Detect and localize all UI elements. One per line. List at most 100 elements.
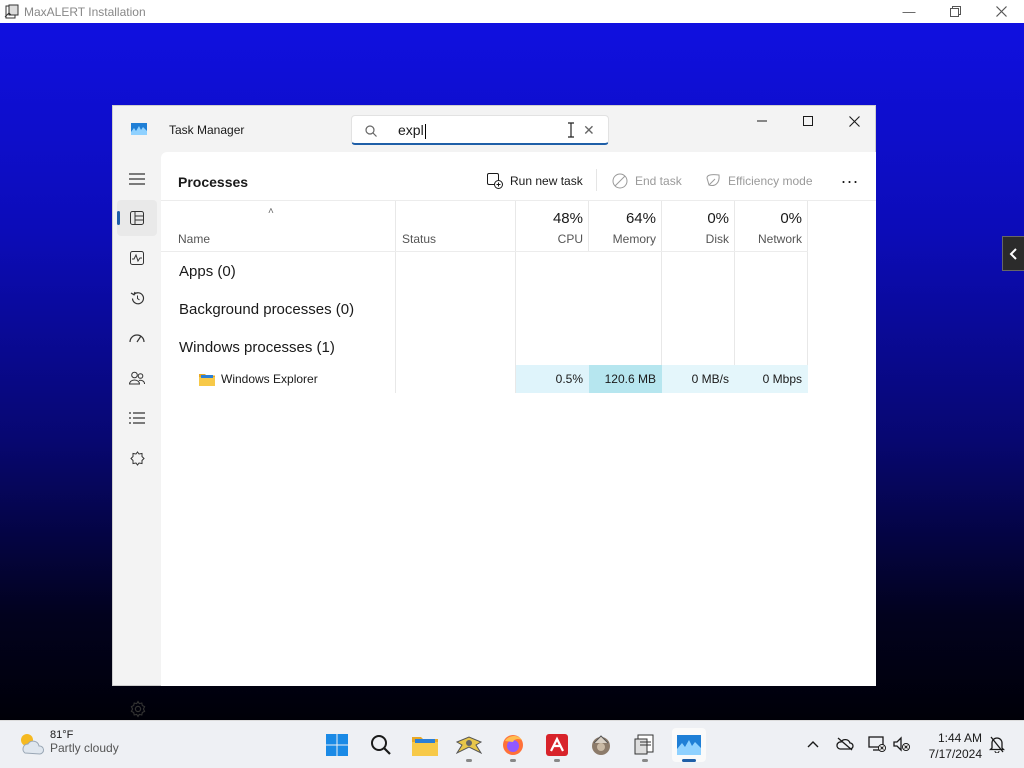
taskbar-installer[interactable] <box>628 728 662 762</box>
header-bottom-line <box>161 251 808 252</box>
group-windows-processes[interactable]: Windows processes (1) <box>179 339 335 356</box>
taskbar-file-explorer[interactable] <box>408 728 442 762</box>
running-indicator <box>510 759 516 762</box>
avira-icon <box>546 734 568 756</box>
search-icon <box>365 125 377 137</box>
side-panel-toggle[interactable] <box>1002 236 1024 271</box>
column-divider <box>588 201 589 251</box>
cpu-total-percent: 48% <box>552 210 583 227</box>
details-icon <box>129 412 145 424</box>
sort-ascending-icon[interactable]: ˄ <box>268 206 274 217</box>
task-manager-icon <box>677 735 701 755</box>
column-header-cpu[interactable]: 48% CPU <box>516 201 589 251</box>
onedrive-tray-icon[interactable] <box>835 734 855 754</box>
notifications-button[interactable] <box>987 734 1007 754</box>
taskbar-search-button[interactable] <box>364 728 398 762</box>
taskbar-maxalert[interactable] <box>452 728 486 762</box>
search-input-value: expl <box>398 122 424 138</box>
app-history-icon <box>130 291 144 304</box>
file-explorer-icon <box>412 737 438 756</box>
windows-logo-icon <box>326 734 348 756</box>
running-indicator <box>682 759 696 762</box>
system-clock[interactable]: 1:44 AM 7/17/2024 <box>920 730 982 762</box>
efficiency-mode-button[interactable]: Efficiency mode <box>704 166 813 196</box>
column-header-status[interactable]: Status <box>402 232 436 246</box>
nav-item-processes[interactable] <box>117 200 157 236</box>
group-apps[interactable]: Apps (0) <box>179 263 236 280</box>
network-total-percent: 0% <box>780 210 802 227</box>
task-manager-logo-icon <box>131 123 147 135</box>
volume-tray-icon[interactable] <box>892 734 912 754</box>
services-icon <box>129 450 145 466</box>
end-task-button[interactable]: End task <box>611 166 682 196</box>
cpu-column-label: CPU <box>557 232 583 246</box>
run-new-task-button[interactable]: Run new task <box>486 166 583 196</box>
nav-menu-button[interactable] <box>117 161 157 197</box>
search-box[interactable]: expl ✕ <box>351 115 609 145</box>
installer-icon <box>634 734 654 755</box>
maxalert-app-icon <box>4 4 20 20</box>
nav-item-app-history[interactable] <box>117 280 157 316</box>
chevron-left-icon <box>1009 247 1017 260</box>
taskbar-firefox[interactable] <box>496 728 530 762</box>
processes-panel: Processes Run new task End task Efficien… <box>161 152 876 686</box>
outer-minimize-button[interactable]: — <box>886 0 932 23</box>
process-disk: 0 MB/s <box>662 365 735 393</box>
outer-restore-button[interactable] <box>932 0 978 23</box>
minimize-button[interactable] <box>739 106 785 136</box>
outer-titlebar: MaxALERT Installation — <box>0 0 1024 23</box>
column-header-memory[interactable]: 64% Memory <box>589 201 662 251</box>
efficiency-mode-label: Efficiency mode <box>728 174 813 188</box>
weather-widget[interactable]: 81°F Partly cloudy <box>16 729 119 759</box>
column-header-network[interactable]: 0% Network <box>735 201 808 251</box>
memory-total-percent: 64% <box>625 210 656 227</box>
disk-total-percent: 0% <box>707 210 729 227</box>
table-row[interactable]: Windows Explorer 0.5% 120.6 MB 0 MB/s 0 … <box>161 365 808 393</box>
close-button[interactable] <box>831 106 877 136</box>
weather-description: Partly cloudy <box>50 741 119 755</box>
network-tray-icon[interactable] <box>867 734 887 754</box>
show-hidden-icons-button[interactable] <box>803 734 823 754</box>
task-manager-titlebar: Task Manager expl ✕ <box>113 106 877 152</box>
processes-icon <box>130 211 144 225</box>
column-header-disk[interactable]: 0% Disk <box>662 201 735 251</box>
process-cpu: 0.5% <box>516 365 589 393</box>
startup-apps-icon <box>129 334 145 343</box>
process-memory: 120.6 MB <box>589 365 662 393</box>
taskbar-avira[interactable] <box>540 728 574 762</box>
users-icon <box>129 371 145 385</box>
outer-close-button[interactable] <box>978 0 1024 23</box>
group-background-processes[interactable]: Background processes (0) <box>179 301 354 318</box>
running-indicator <box>554 759 560 762</box>
memory-column-label: Memory <box>612 232 656 246</box>
nav-item-performance[interactable] <box>117 240 157 276</box>
page-title: Processes <box>178 174 249 190</box>
task-manager-title: Task Manager <box>169 123 245 137</box>
nav-item-details[interactable] <box>117 400 157 436</box>
settings-gear-icon[interactable] <box>129 700 147 718</box>
firefox-icon <box>503 735 523 755</box>
end-task-icon <box>611 172 629 190</box>
taskbar-app-unknown[interactable] <box>584 728 618 762</box>
performance-icon <box>130 251 144 265</box>
nav-item-users[interactable] <box>117 360 157 396</box>
column-divider <box>734 201 735 365</box>
run-new-task-icon <box>486 172 504 190</box>
search-input[interactable]: expl <box>398 122 426 139</box>
text-caret <box>424 123 426 139</box>
more-options-button[interactable]: ... <box>841 168 859 186</box>
nav-item-startup-apps[interactable] <box>117 320 157 356</box>
maximize-button[interactable] <box>785 106 831 136</box>
search-icon <box>371 735 391 755</box>
clock-date: 7/17/2024 <box>928 747 982 761</box>
column-divider <box>661 201 662 365</box>
speaker-muted-icon <box>893 736 910 752</box>
end-task-label: End task <box>635 174 682 188</box>
start-button[interactable] <box>320 728 354 762</box>
nav-rail <box>113 152 161 718</box>
nav-item-services[interactable] <box>117 440 157 476</box>
taskbar-task-manager[interactable] <box>672 728 706 762</box>
clear-search-icon[interactable]: ✕ <box>583 122 595 139</box>
column-header-name[interactable]: Name <box>178 232 210 246</box>
weather-temperature: 81°F <box>50 729 74 741</box>
